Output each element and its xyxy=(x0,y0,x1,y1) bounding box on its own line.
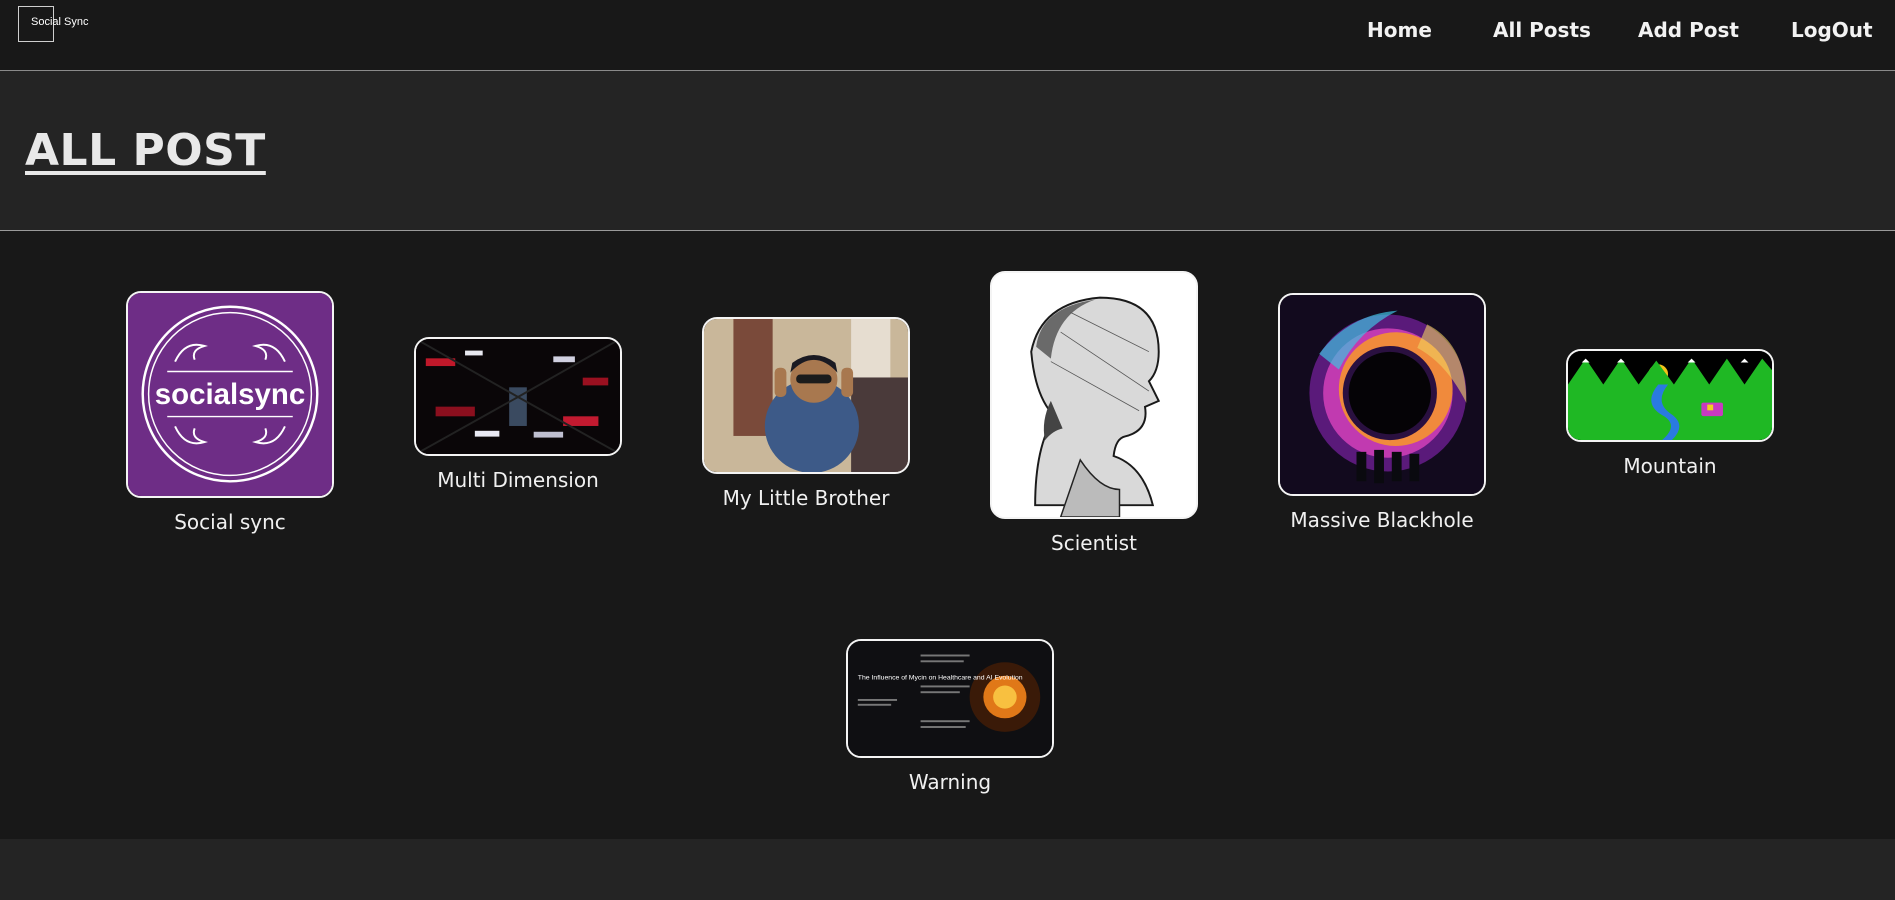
brand-name[interactable]: Social Sync xyxy=(31,16,88,28)
boy-photo-image xyxy=(704,319,908,472)
post-card-mountain[interactable]: Mountain xyxy=(1566,349,1774,478)
blackhole-image xyxy=(1280,295,1484,494)
top-navbar: Social Sync Home All Posts Add Post LogO… xyxy=(0,0,1895,71)
slide-title-text: The Influence of Mycin on Healthcare and… xyxy=(858,675,1023,682)
multi-dimension-image xyxy=(416,339,620,454)
nav-home-link[interactable]: Home xyxy=(1367,18,1432,42)
post-caption: Multi Dimension xyxy=(437,468,599,492)
post-card-massive-blackhole[interactable]: Massive Blackhole xyxy=(1278,293,1486,532)
post-image-scientist[interactable] xyxy=(990,271,1198,519)
post-caption: My Little Brother xyxy=(722,486,890,510)
post-image-massive-blackhole[interactable] xyxy=(1278,293,1486,496)
post-caption: Scientist xyxy=(1051,531,1137,555)
page-title: ALL POST xyxy=(25,125,266,176)
post-card-scientist[interactable]: Scientist xyxy=(990,271,1198,555)
nav-all-posts-link[interactable]: All Posts xyxy=(1493,18,1591,42)
post-card-social-sync[interactable]: socialsync Social sync xyxy=(126,291,334,534)
post-image-my-little-brother[interactable] xyxy=(702,317,910,474)
post-card-my-little-brother[interactable]: My Little Brother xyxy=(702,317,910,510)
title-section: ALL POST xyxy=(0,71,1895,231)
post-image-social-sync[interactable]: socialsync xyxy=(126,291,334,498)
post-image-multi-dimension[interactable] xyxy=(414,337,622,456)
post-card-multi-dimension[interactable]: Multi Dimension xyxy=(414,337,622,492)
post-caption: Massive Blackhole xyxy=(1290,508,1474,532)
post-caption: Warning xyxy=(908,770,992,794)
post-image-warning[interactable]: The Influence of Mycin on Healthcare and… xyxy=(846,639,1054,758)
warning-slide-image: The Influence of Mycin on Healthcare and… xyxy=(848,641,1052,756)
post-caption: Mountain xyxy=(1623,454,1717,478)
page-footer xyxy=(0,839,1895,900)
post-card-warning[interactable]: The Influence of Mycin on Healthcare and… xyxy=(846,639,1054,794)
socialsync-logo-image: socialsync xyxy=(128,293,332,496)
post-image-mountain[interactable] xyxy=(1566,349,1774,442)
socialsync-logo-text: socialsync xyxy=(155,378,305,411)
nav-logout-link[interactable]: LogOut xyxy=(1791,18,1873,42)
nav-add-post-link[interactable]: Add Post xyxy=(1638,18,1739,42)
mountain-image xyxy=(1568,351,1772,440)
post-caption: Social sync xyxy=(174,510,286,534)
scientist-engraving-image xyxy=(992,273,1196,517)
posts-grid: socialsync Social sync Multi Dimension M… xyxy=(0,231,1895,839)
